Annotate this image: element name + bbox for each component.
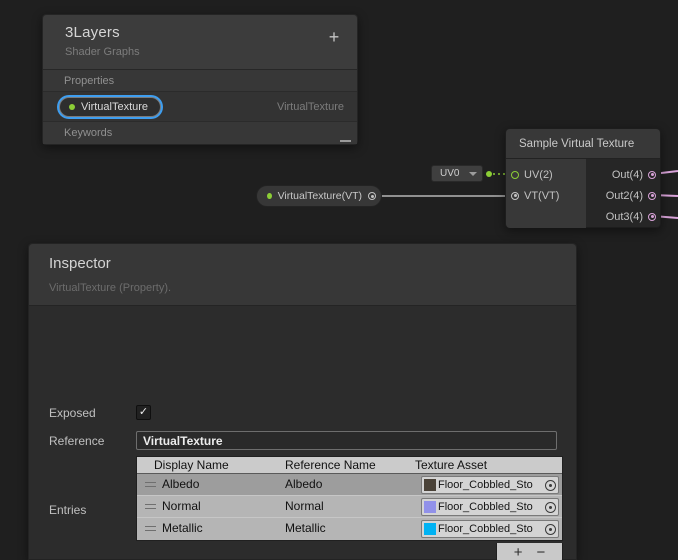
reference-name-cell[interactable]: Metallic (285, 521, 326, 535)
drag-handle-icon[interactable] (145, 482, 156, 487)
entries-table: Display Name Reference Name Texture Asse… (136, 456, 563, 541)
input-slot-vt: VT(VT) (506, 185, 586, 206)
display-name-cell[interactable]: Metallic (162, 521, 203, 535)
node-inputs: UV(2) VT(VT) (506, 159, 586, 228)
entries-table-header: Display Name Reference Name Texture Asse… (137, 457, 562, 474)
input-label: UV(2) (524, 169, 553, 181)
output-label: Out2(4) (606, 190, 643, 202)
properties-section-label: Properties (43, 70, 357, 92)
column-header-texture-asset: Texture Asset (415, 458, 487, 472)
uv-channel-dropdown[interactable]: UV0 (431, 165, 483, 182)
display-name-cell[interactable]: Albedo (162, 477, 199, 491)
out3-output-port[interactable] (648, 213, 656, 221)
input-label: VT(VT) (524, 190, 559, 202)
object-picker-icon[interactable] (545, 524, 556, 535)
inspector-header: Inspector VirtualTexture (Property). (29, 244, 576, 306)
blackboard-panel[interactable]: 3Layers + Shader Graphs Properties Virtu… (42, 14, 358, 145)
drag-handle-icon[interactable] (145, 504, 156, 509)
column-header-reference-name: Reference Name (285, 458, 376, 472)
remove-entry-button[interactable]: − (537, 545, 546, 560)
texture-asset-field[interactable]: Floor_Cobbled_Sto (421, 498, 559, 516)
output-label: Out3(4) (606, 211, 643, 223)
column-header-display-name: Display Name (154, 458, 229, 472)
exposed-checkbox[interactable]: ✓ (136, 405, 151, 420)
display-name-cell[interactable]: Normal (162, 499, 201, 513)
drag-handle-icon[interactable] (145, 526, 156, 531)
checkmark-icon: ✓ (139, 406, 148, 418)
shader-graph-canvas[interactable]: 3Layers + Shader Graphs Properties Virtu… (0, 0, 678, 560)
reference-label: Reference (49, 434, 104, 448)
texture-asset-field[interactable]: Floor_Cobbled_Sto (421, 476, 559, 494)
entries-list-footer: + − (496, 543, 563, 560)
uv-wire-dot (486, 171, 492, 177)
inspector-subtitle: VirtualTexture (Property). (49, 282, 576, 294)
property-row: VirtualTexture VirtualTexture (43, 92, 357, 122)
sample-virtual-texture-node[interactable]: Sample Virtual Texture UV(2) VT(VT) Out(… (505, 128, 661, 228)
inspector-body: Exposed ✓ Reference Entries Display Name… (29, 306, 576, 560)
texture-asset-name: Floor_Cobbled_Sto (438, 523, 545, 535)
uv-input-port[interactable] (511, 171, 519, 179)
property-output-port[interactable] (368, 192, 376, 200)
out2-output-port[interactable] (648, 192, 656, 200)
property-pill-virtualtexture[interactable]: VirtualTexture (59, 97, 161, 117)
object-picker-icon[interactable] (545, 480, 556, 491)
output-slot-out: Out(4) (586, 164, 660, 185)
reference-name-cell[interactable]: Albedo (285, 477, 322, 491)
graph-title: 3Layers (65, 24, 343, 41)
node-outputs: Out(4) Out2(4) Out3(4) (586, 159, 660, 228)
output-slot-out3: Out3(4) (586, 206, 660, 227)
texture-asset-name: Floor_Cobbled_Sto (438, 479, 545, 491)
entry-row-albedo[interactable]: Albedo Albedo Floor_Cobbled_Sto (137, 474, 562, 496)
out-output-port[interactable] (648, 171, 656, 179)
add-property-button[interactable]: + (325, 29, 343, 47)
object-picker-icon[interactable] (545, 502, 556, 513)
chevron-down-icon (469, 172, 477, 176)
property-pill-label: VirtualTexture (81, 101, 148, 113)
blackboard-resize-handle[interactable] (340, 140, 351, 142)
texture-asset-name: Floor_Cobbled_Sto (438, 501, 545, 513)
property-type-label: VirtualTexture (277, 101, 344, 113)
exposed-label: Exposed (49, 406, 96, 420)
add-entry-button[interactable]: + (514, 545, 523, 560)
keywords-section-label: Keywords (43, 122, 357, 144)
texture-swatch (424, 479, 436, 491)
graph-subtitle: Shader Graphs (65, 46, 343, 58)
output-slot-out2: Out2(4) (586, 185, 660, 206)
virtualtexture-property-node[interactable]: VirtualTexture(VT) (256, 185, 382, 207)
input-slot-uv: UV(2) (506, 164, 586, 185)
property-color-dot-icon (69, 104, 75, 110)
texture-swatch (424, 501, 436, 513)
node-title: Sample Virtual Texture (506, 129, 660, 159)
reference-input[interactable] (136, 431, 557, 450)
node-body: UV(2) VT(VT) Out(4) Out2(4) Out3(4) (506, 159, 660, 228)
texture-asset-field[interactable]: Floor_Cobbled_Sto (421, 520, 559, 538)
entry-row-normal[interactable]: Normal Normal Floor_Cobbled_Sto (137, 496, 562, 518)
blackboard-header: 3Layers + Shader Graphs (43, 15, 357, 70)
inspector-title: Inspector (49, 255, 576, 272)
property-node-label: VirtualTexture(VT) (278, 190, 362, 202)
property-color-dot-icon (267, 193, 272, 199)
reference-name-cell[interactable]: Normal (285, 499, 324, 513)
output-label: Out(4) (612, 169, 643, 181)
entry-row-metallic[interactable]: Metallic Metallic Floor_Cobbled_Sto (137, 518, 562, 540)
uv-channel-value: UV0 (440, 168, 459, 179)
inspector-panel: Inspector VirtualTexture (Property). Exp… (28, 243, 577, 560)
vt-input-port[interactable] (511, 192, 519, 200)
texture-swatch (424, 523, 436, 535)
entries-label: Entries (49, 503, 86, 517)
